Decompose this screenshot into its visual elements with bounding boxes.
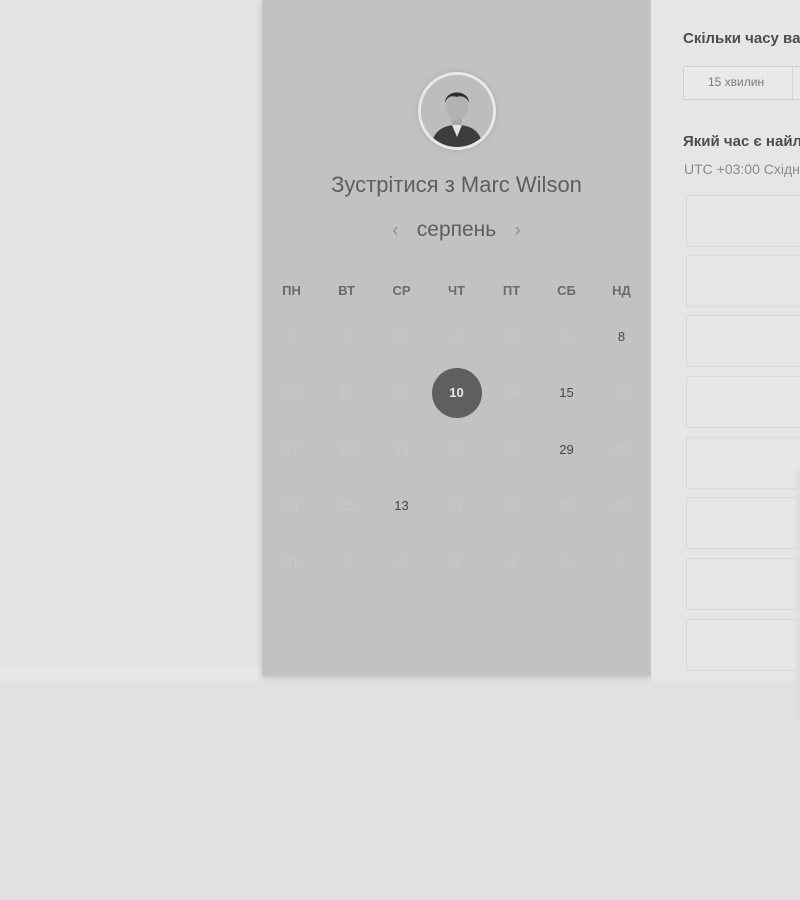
- time-slot-button[interactable]: [686, 255, 800, 307]
- calendar-day: 16: [614, 385, 629, 401]
- duration-divider: [792, 67, 793, 99]
- calendar-day: 18: [339, 441, 354, 457]
- weekday-label: СБ: [557, 282, 576, 298]
- scroll-edge: [793, 470, 800, 720]
- calendar-day: 20: [449, 441, 464, 457]
- calendar-day-available[interactable]: 8: [597, 311, 647, 361]
- person-photo-icon: [421, 75, 493, 147]
- calendar-day: 19: [394, 441, 409, 457]
- calendar-panel: Зустрітися з Marc Wilson ‹ серпень › ПН В…: [262, 0, 651, 676]
- prev-month-button[interactable]: ‹: [378, 220, 412, 241]
- calendar-day: 29: [559, 498, 574, 514]
- calendar-day-available[interactable]: 29: [542, 424, 592, 474]
- time-slot-button[interactable]: [686, 558, 800, 610]
- duration-option-15[interactable]: 15 хвилин: [708, 75, 764, 89]
- calendar-day: 11: [339, 385, 354, 401]
- duration-selector[interactable]: 15 хвилин: [683, 66, 800, 100]
- calendar-day: 17: [284, 441, 299, 457]
- weekday-label: СР: [392, 282, 411, 298]
- weekday-header-row: ПН ВТ СР ЧТ ПТ СБ НД: [262, 272, 651, 308]
- time-selection-panel: Скільки часу ва 15 хвилин Який час є най…: [651, 0, 800, 676]
- time-slot-button[interactable]: [686, 195, 800, 247]
- time-slot-button[interactable]: [686, 619, 800, 671]
- calendar-week-row: 17 18 19 20 21 29 23: [262, 421, 651, 478]
- next-month-button[interactable]: ›: [501, 220, 535, 241]
- calendar-day: 23: [614, 441, 629, 457]
- calendar-day: 25: [339, 498, 354, 514]
- timezone-label[interactable]: UTC +03:00 Східн: [684, 161, 800, 177]
- calendar-day: 27: [449, 498, 464, 514]
- meeting-title: Зустрітися з Marc Wilson: [331, 172, 582, 197]
- calendar-day: 3: [452, 554, 461, 570]
- month-label: серпень: [416, 218, 497, 241]
- time-question: Який час є найл: [683, 133, 800, 150]
- calendar-day-selected[interactable]: 10: [431, 367, 482, 418]
- calendar-day: 2: [342, 328, 351, 344]
- calendar-day: 4: [507, 554, 516, 570]
- calendar-week-row: 10 11 12 10 14 15 16: [262, 365, 651, 422]
- calendar-day: 10: [284, 385, 299, 401]
- time-slot-button[interactable]: [686, 497, 800, 549]
- time-slot-button[interactable]: [686, 376, 800, 428]
- calendar-day: 1: [287, 328, 296, 344]
- weekday-label: ВТ: [338, 282, 355, 298]
- time-slot-button[interactable]: [686, 315, 800, 367]
- calendar-day: 12: [394, 385, 409, 401]
- calendar-day: 30: [614, 498, 629, 514]
- calendar-day: 6: [617, 554, 626, 570]
- calendar-day: 5: [507, 328, 516, 344]
- calendar-day: 28: [504, 498, 519, 514]
- calendar-day: 14: [504, 385, 519, 401]
- calendar-day-available[interactable]: 13: [377, 481, 427, 531]
- calendar-week-row: 1 2 3 4 5 6 8: [262, 308, 651, 365]
- duration-question: Скільки часу ва: [683, 30, 800, 47]
- avatar: [418, 72, 496, 150]
- time-slot-button[interactable]: [686, 437, 800, 489]
- weekday-label: ПН: [282, 282, 301, 298]
- calendar-weeks: 1 2 3 4 5 6 8 10 11 12 10 14 15 16 17 18 19 20 21 29 23 24 25 1…: [262, 308, 651, 591]
- calendar-week-row: 24 25 13 27 28 29 30: [262, 478, 651, 535]
- calendar-day: 1: [342, 554, 351, 570]
- calendar-day: 2: [397, 554, 406, 570]
- month-navigation: ‹ серпень ›: [262, 218, 651, 242]
- calendar-day: 21: [504, 441, 519, 457]
- calendar-day: 5: [562, 554, 571, 570]
- calendar-grid: ПН ВТ СР ЧТ ПТ СБ НД 1 2 3 4 5 6 8 10 11 12 10 14 15 16 17 18…: [262, 272, 651, 591]
- weekday-label: ЧТ: [447, 282, 466, 298]
- calendar-day-available[interactable]: 15: [542, 368, 592, 418]
- calendar-day: 4: [452, 328, 461, 344]
- weekday-label: НД: [612, 282, 631, 298]
- calendar-day: 31: [284, 554, 299, 570]
- calendar-day: 24: [284, 498, 299, 514]
- calendar-day: 6: [562, 328, 571, 344]
- calendar-week-row: 31 1 2 3 4 5 6: [262, 534, 651, 591]
- calendar-day: 3: [397, 328, 406, 344]
- weekday-label: ПТ: [502, 282, 521, 298]
